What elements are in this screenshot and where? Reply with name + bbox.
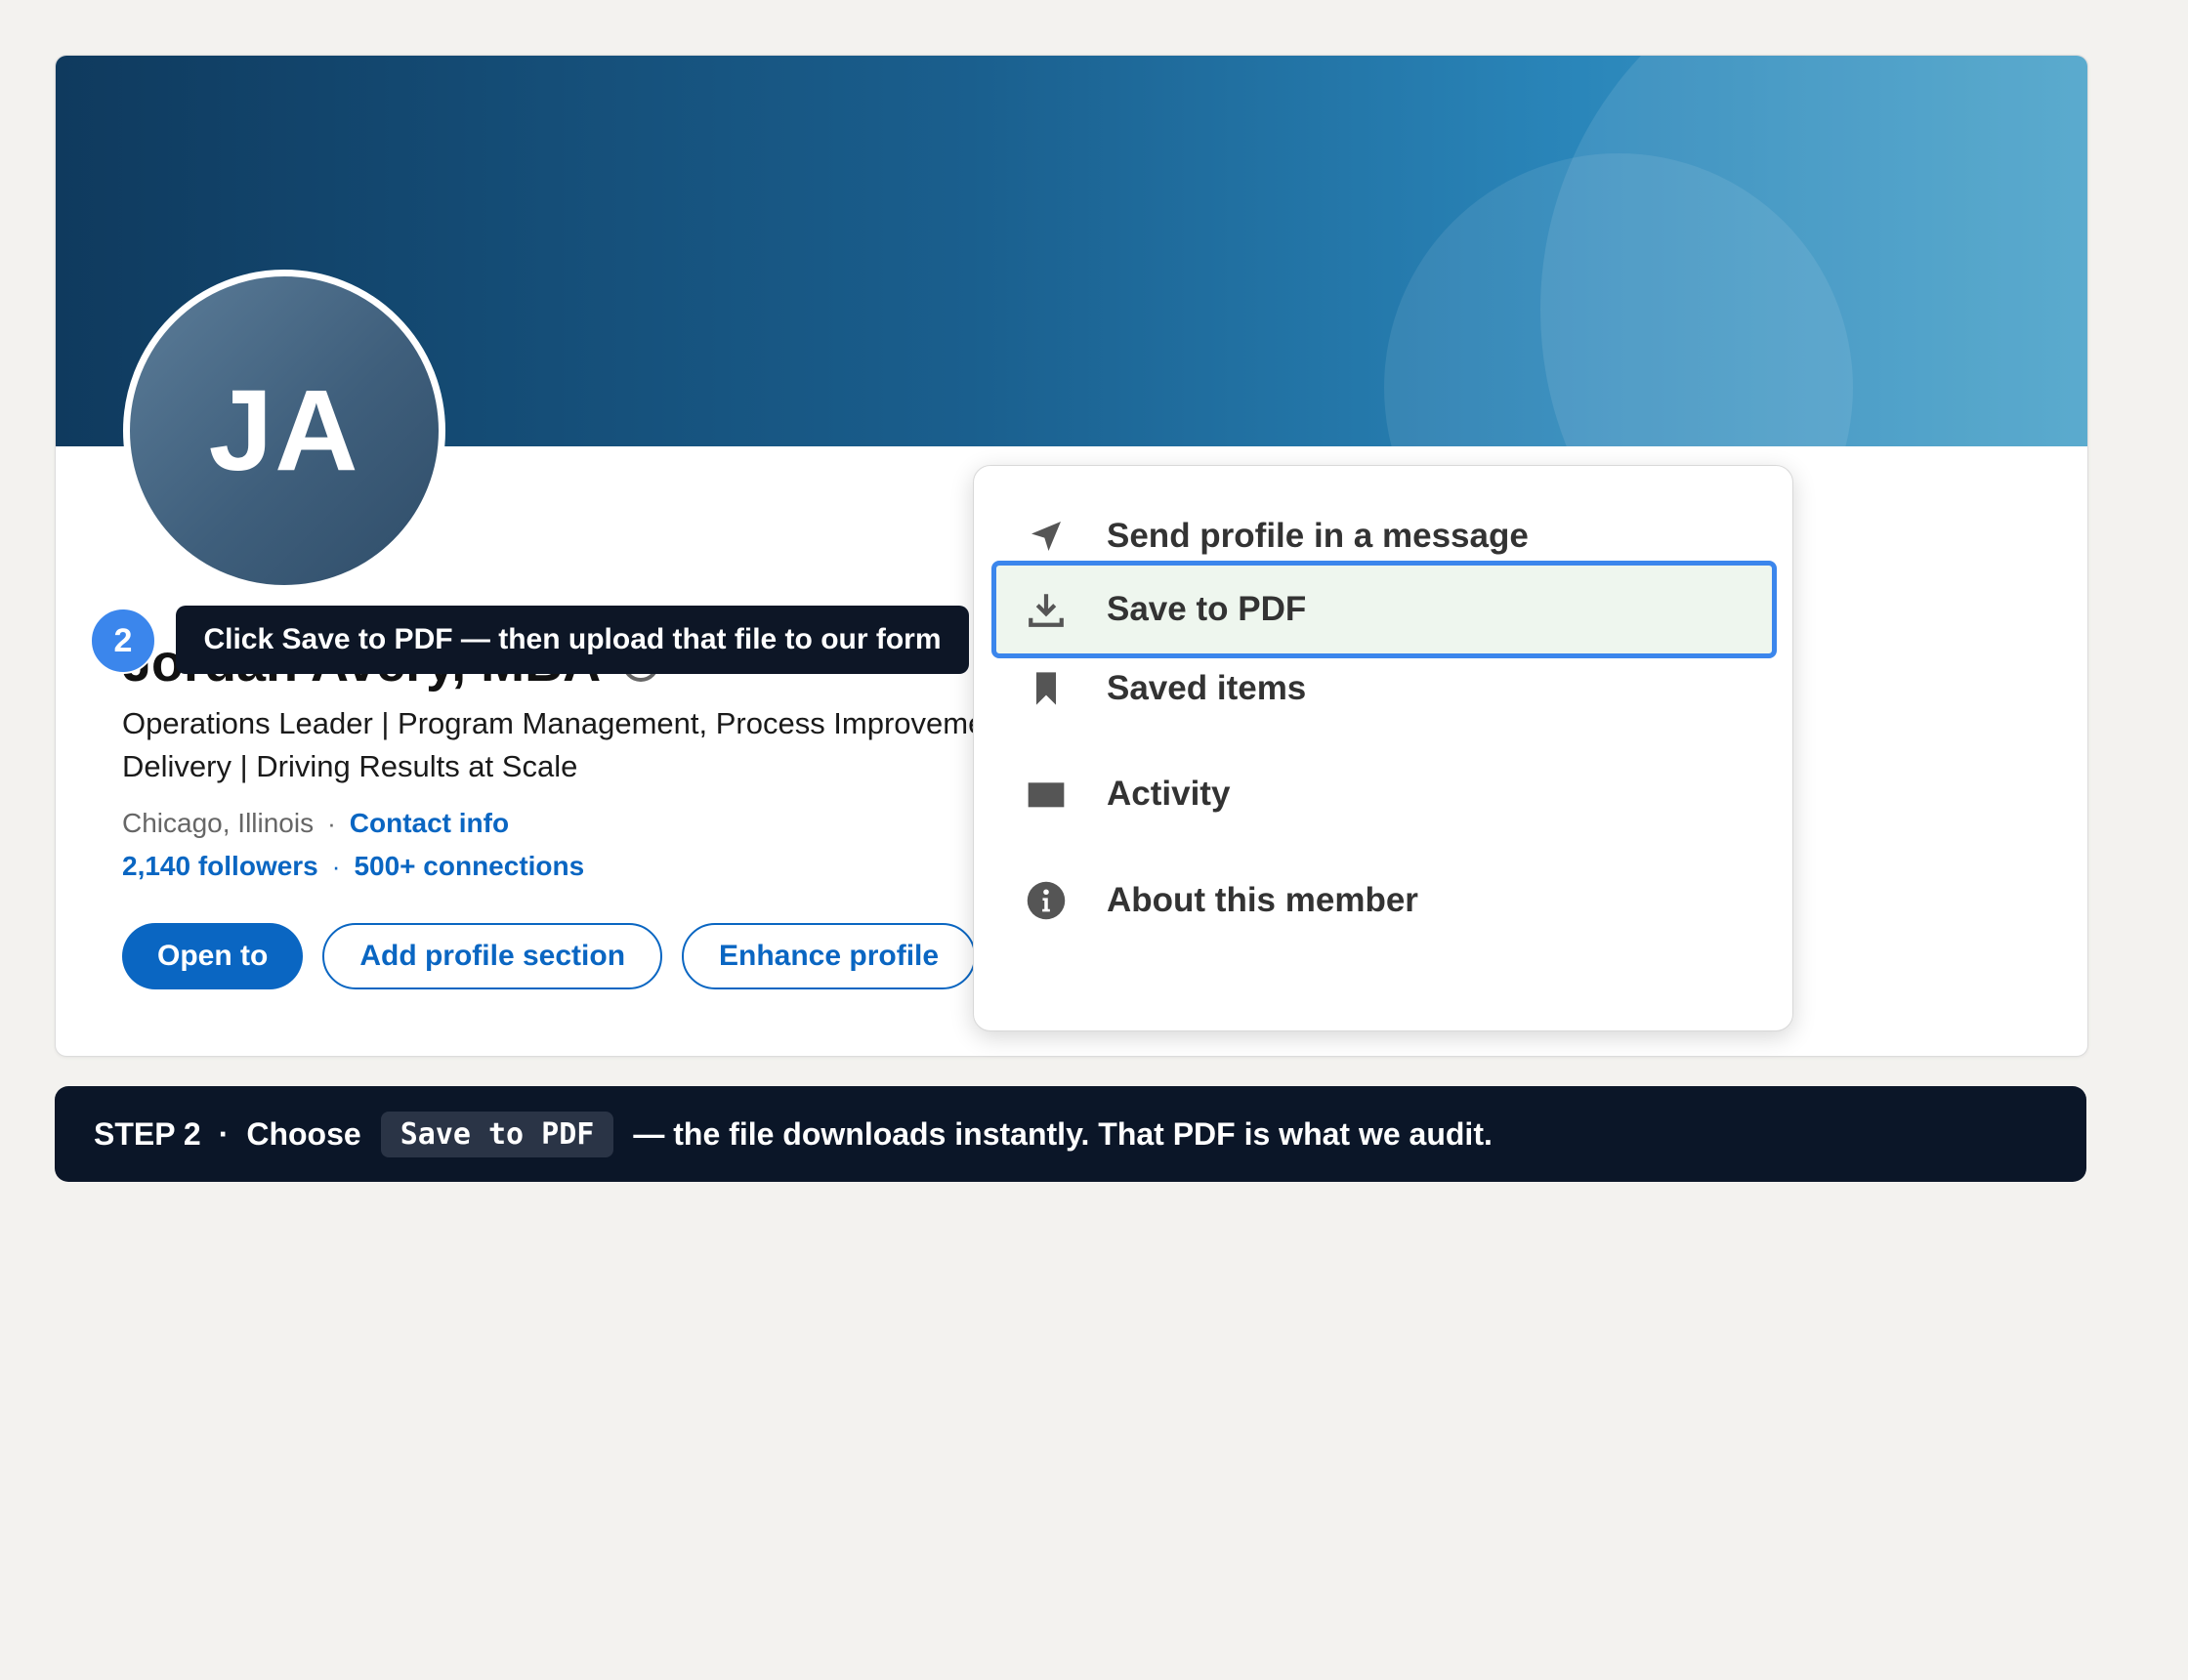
contact-info-link[interactable]: Contact info	[350, 808, 509, 839]
open-to-button[interactable]: Open to	[122, 923, 304, 989]
info-icon	[1025, 879, 1068, 922]
menu-item-label: Saved items	[1107, 669, 1307, 707]
step-number-badge: 2	[90, 608, 156, 674]
separator-dot: ·	[327, 808, 336, 838]
followers-link[interactable]: 2,140 followers	[122, 851, 318, 882]
activity-icon	[1025, 773, 1068, 816]
step-code-chip: Save to PDF	[380, 1111, 614, 1157]
enhance-profile-button[interactable]: Enhance profile	[682, 923, 977, 989]
connections-link[interactable]: 500+ connections	[354, 851, 584, 882]
send-icon	[1025, 515, 1068, 558]
step-choose-text: Choose	[246, 1115, 361, 1152]
menu-item-label: Send profile in a message	[1107, 517, 1529, 555]
profile-stats: 2,140 followers · 500+ connections	[122, 851, 584, 882]
separator-dot: ·	[218, 1115, 230, 1152]
menu-item-label: About this member	[1107, 881, 1418, 919]
profile-location-row: Chicago, Illinois · Contact info	[122, 808, 509, 839]
step-instruction-bar: STEP 2 · Choose Save to PDF — the file d…	[55, 1086, 2086, 1182]
menu-item-label: Save to PDF	[1107, 590, 1307, 628]
separator-dot: ·	[331, 851, 341, 881]
profile-actions: Open to Add profile section Enhance prof…	[122, 923, 977, 989]
instruction-tooltip: Click Save to PDF — then upload that fil…	[176, 606, 969, 674]
bookmark-icon	[1025, 667, 1068, 710]
more-actions-menu: Send profile in a message Save to PDF Sa…	[973, 465, 1793, 1031]
step-label: STEP 2	[94, 1115, 201, 1152]
step-description: — the file downloads instantly. That PDF…	[633, 1115, 1493, 1152]
menu-item-saved-items[interactable]: Saved items	[991, 640, 1777, 737]
avatar-initials: JA	[208, 366, 360, 495]
menu-item-about-member[interactable]: About this member	[991, 852, 1777, 949]
add-profile-section-button[interactable]: Add profile section	[322, 923, 663, 989]
download-icon	[1025, 588, 1068, 631]
menu-item-label: Activity	[1107, 775, 1231, 813]
profile-location: Chicago, Illinois	[122, 808, 315, 838]
menu-item-activity[interactable]: Activity	[991, 745, 1777, 843]
avatar[interactable]: JA	[123, 270, 445, 592]
